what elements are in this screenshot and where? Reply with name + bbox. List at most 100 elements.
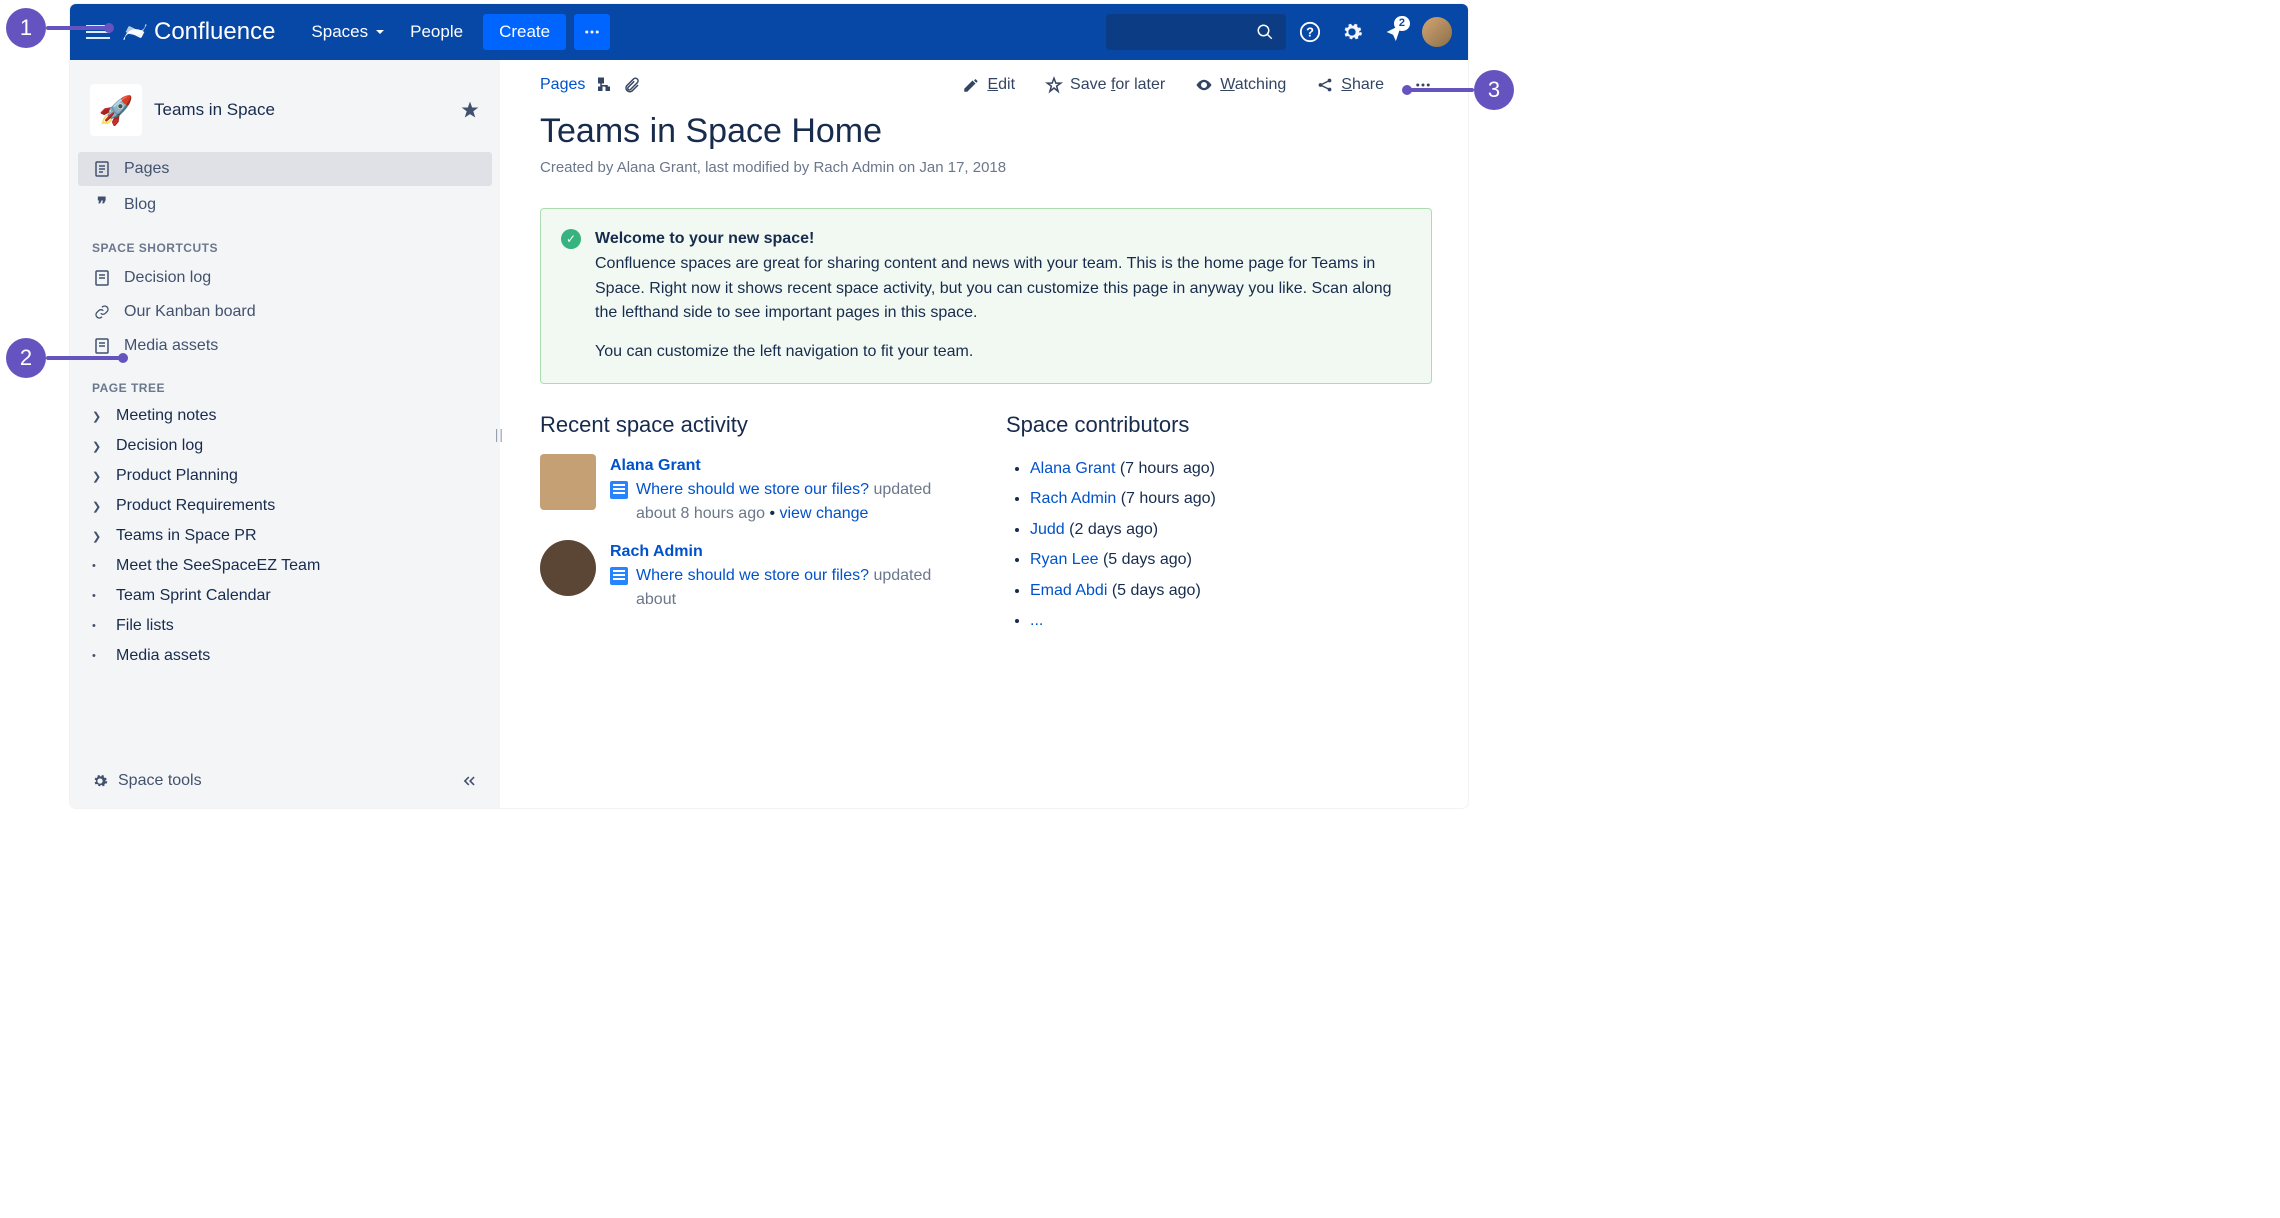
breadcrumb-pages[interactable]: Pages bbox=[540, 76, 585, 94]
sidebar-shortcut[interactable]: Media assets bbox=[78, 329, 492, 363]
save-for-later-button[interactable]: Save for later bbox=[1045, 76, 1165, 94]
sidebar-shortcut[interactable]: Our Kanban board bbox=[78, 295, 492, 329]
activity-item: Alana Grant Where should we store our fil… bbox=[540, 454, 966, 526]
sidebar-blog[interactable]: ❞ Blog bbox=[78, 186, 492, 223]
attachment-icon bbox=[623, 76, 641, 94]
view-change-link[interactable]: view change bbox=[780, 505, 869, 522]
gear-icon bbox=[92, 773, 108, 789]
page-tree-item[interactable]: •Meet the SeeSpaceEZ Team bbox=[78, 551, 492, 581]
page-content: Pages Edit Save for later Watc bbox=[500, 60, 1468, 808]
collapse-sidebar-button[interactable] bbox=[460, 772, 478, 790]
space-header: 🚀 Teams in Space bbox=[78, 76, 492, 152]
notifications-button[interactable]: 2 bbox=[1376, 14, 1412, 50]
nav-spaces[interactable]: Spaces bbox=[299, 14, 398, 50]
annotation-callout-1: 1 bbox=[6, 8, 106, 48]
bullet-icon: • bbox=[92, 620, 108, 632]
activity-user-link[interactable]: Alana Grant bbox=[610, 454, 966, 478]
tree-item-label: Product Planning bbox=[116, 467, 238, 485]
page-tree-item[interactable]: ❯Teams in Space PR bbox=[78, 521, 492, 551]
sidebar-shortcut[interactable]: Decision log bbox=[78, 261, 492, 295]
contributor-time: (5 days ago) bbox=[1103, 551, 1192, 568]
share-button[interactable]: Share bbox=[1316, 76, 1384, 94]
page-tree-item[interactable]: • Media assets bbox=[78, 641, 492, 671]
annotation-callout-3: 3 bbox=[1410, 70, 1514, 110]
hierarchy-button[interactable] bbox=[595, 76, 613, 94]
shortcuts-heading: SPACE SHORTCUTS bbox=[78, 223, 492, 261]
page-tree-item[interactable]: ❯ Meeting notes bbox=[78, 401, 492, 431]
sidebar-item-label: Blog bbox=[124, 196, 156, 214]
chevron-right-icon[interactable]: ❯ bbox=[92, 410, 108, 423]
contributor-link[interactable]: Judd bbox=[1030, 521, 1065, 538]
create-button[interactable]: Create bbox=[483, 14, 566, 50]
page-title: Teams in Space Home bbox=[540, 112, 1432, 151]
eye-icon bbox=[1195, 76, 1213, 94]
help-button[interactable]: ? bbox=[1292, 14, 1328, 50]
page-tree-item[interactable]: ❯Decision log bbox=[78, 431, 492, 461]
bullet-icon: • bbox=[92, 560, 108, 572]
create-more-button[interactable] bbox=[574, 14, 610, 50]
contributors-list: Alana Grant (7 hours ago)Rach Admin (7 h… bbox=[1006, 454, 1432, 636]
confluence-logo[interactable]: Confluence bbox=[122, 18, 275, 46]
activity-page-link[interactable]: Where should we store our files? bbox=[636, 481, 869, 498]
sidebar-resize-handle[interactable]: || bbox=[495, 426, 504, 442]
tree-item-label: Meeting notes bbox=[116, 407, 217, 425]
user-avatar[interactable] bbox=[540, 454, 596, 510]
confluence-icon bbox=[122, 19, 148, 45]
space-logo: 🚀 bbox=[90, 84, 142, 136]
page-tree-item[interactable]: •File lists bbox=[78, 611, 492, 641]
contributor-link[interactable]: Alana Grant bbox=[1030, 460, 1115, 477]
space-tools-label: Space tools bbox=[118, 772, 202, 790]
sidebar-pages[interactable]: Pages bbox=[78, 152, 492, 186]
search-input[interactable] bbox=[1106, 14, 1286, 50]
page-tree-item[interactable]: ❯ Product Requirements bbox=[78, 491, 492, 521]
contributors-column: Space contributors Alana Grant (7 hours … bbox=[1006, 412, 1432, 636]
space-tools-button[interactable]: Space tools bbox=[78, 762, 492, 800]
page-toolbar: Pages Edit Save for later Watc bbox=[540, 76, 1432, 94]
welcome-panel: ✓ Welcome to your new space! Confluence s… bbox=[540, 208, 1432, 384]
chevron-double-left-icon bbox=[460, 772, 478, 790]
chevron-right-icon[interactable]: ❯ bbox=[92, 500, 108, 513]
contributor-link[interactable]: Rach Admin bbox=[1030, 490, 1116, 507]
tree-item-label: Media assets bbox=[116, 647, 210, 665]
chevron-right-icon[interactable]: ❯ bbox=[92, 530, 108, 543]
watching-button[interactable]: Watching bbox=[1195, 76, 1286, 94]
page-byline: Created by Alana Grant, last modified by… bbox=[540, 159, 1432, 176]
page-tree-item[interactable]: ❯ Product Planning bbox=[78, 461, 492, 491]
bullet-icon: • bbox=[92, 590, 108, 602]
product-name: Confluence bbox=[154, 18, 275, 46]
contributor-time: (5 days ago) bbox=[1112, 582, 1201, 599]
contributor-item: ... bbox=[1030, 606, 1432, 636]
star-outline-icon bbox=[1045, 76, 1063, 94]
activity-user-link[interactable]: Rach Admin bbox=[610, 540, 966, 564]
bullet-icon: • bbox=[92, 650, 108, 662]
chevron-right-icon[interactable]: ❯ bbox=[92, 440, 108, 453]
chevron-right-icon[interactable]: ❯ bbox=[92, 470, 108, 483]
contributor-link[interactable]: ... bbox=[1030, 612, 1043, 629]
contributor-item: Alana Grant (7 hours ago) bbox=[1030, 454, 1432, 484]
page-icon bbox=[92, 270, 112, 286]
annotation-callout-2: 2 bbox=[6, 338, 120, 378]
user-avatar[interactable] bbox=[540, 540, 596, 596]
contributor-item: Ryan Lee (5 days ago) bbox=[1030, 545, 1432, 575]
contributor-item: Judd (2 days ago) bbox=[1030, 515, 1432, 545]
edit-button[interactable]: Edit bbox=[962, 76, 1015, 94]
contributor-link[interactable]: Ryan Lee bbox=[1030, 551, 1099, 568]
pencil-icon bbox=[962, 76, 980, 94]
contributor-link[interactable]: Emad Abdi bbox=[1030, 582, 1107, 599]
sidebar-item-label: Pages bbox=[124, 160, 169, 178]
panel-body: Confluence spaces are great for sharing … bbox=[595, 255, 1392, 322]
activity-page-link[interactable]: Where should we store our files? bbox=[636, 567, 869, 584]
page-tree-item[interactable]: •Team Sprint Calendar bbox=[78, 581, 492, 611]
favorite-star-button[interactable] bbox=[460, 100, 480, 120]
settings-button[interactable] bbox=[1334, 14, 1370, 50]
nav-people[interactable]: People bbox=[398, 14, 475, 50]
contributor-item: Emad Abdi (5 days ago) bbox=[1030, 576, 1432, 606]
tree-item-label: Product Requirements bbox=[116, 497, 275, 515]
hierarchy-icon bbox=[595, 76, 613, 94]
recent-activity-heading: Recent space activity bbox=[540, 412, 966, 438]
link-icon bbox=[92, 304, 112, 320]
check-icon: ✓ bbox=[561, 229, 581, 249]
attachments-button[interactable] bbox=[623, 76, 641, 94]
panel-heading: Welcome to your new space! bbox=[595, 230, 814, 247]
profile-avatar[interactable] bbox=[1422, 17, 1452, 47]
